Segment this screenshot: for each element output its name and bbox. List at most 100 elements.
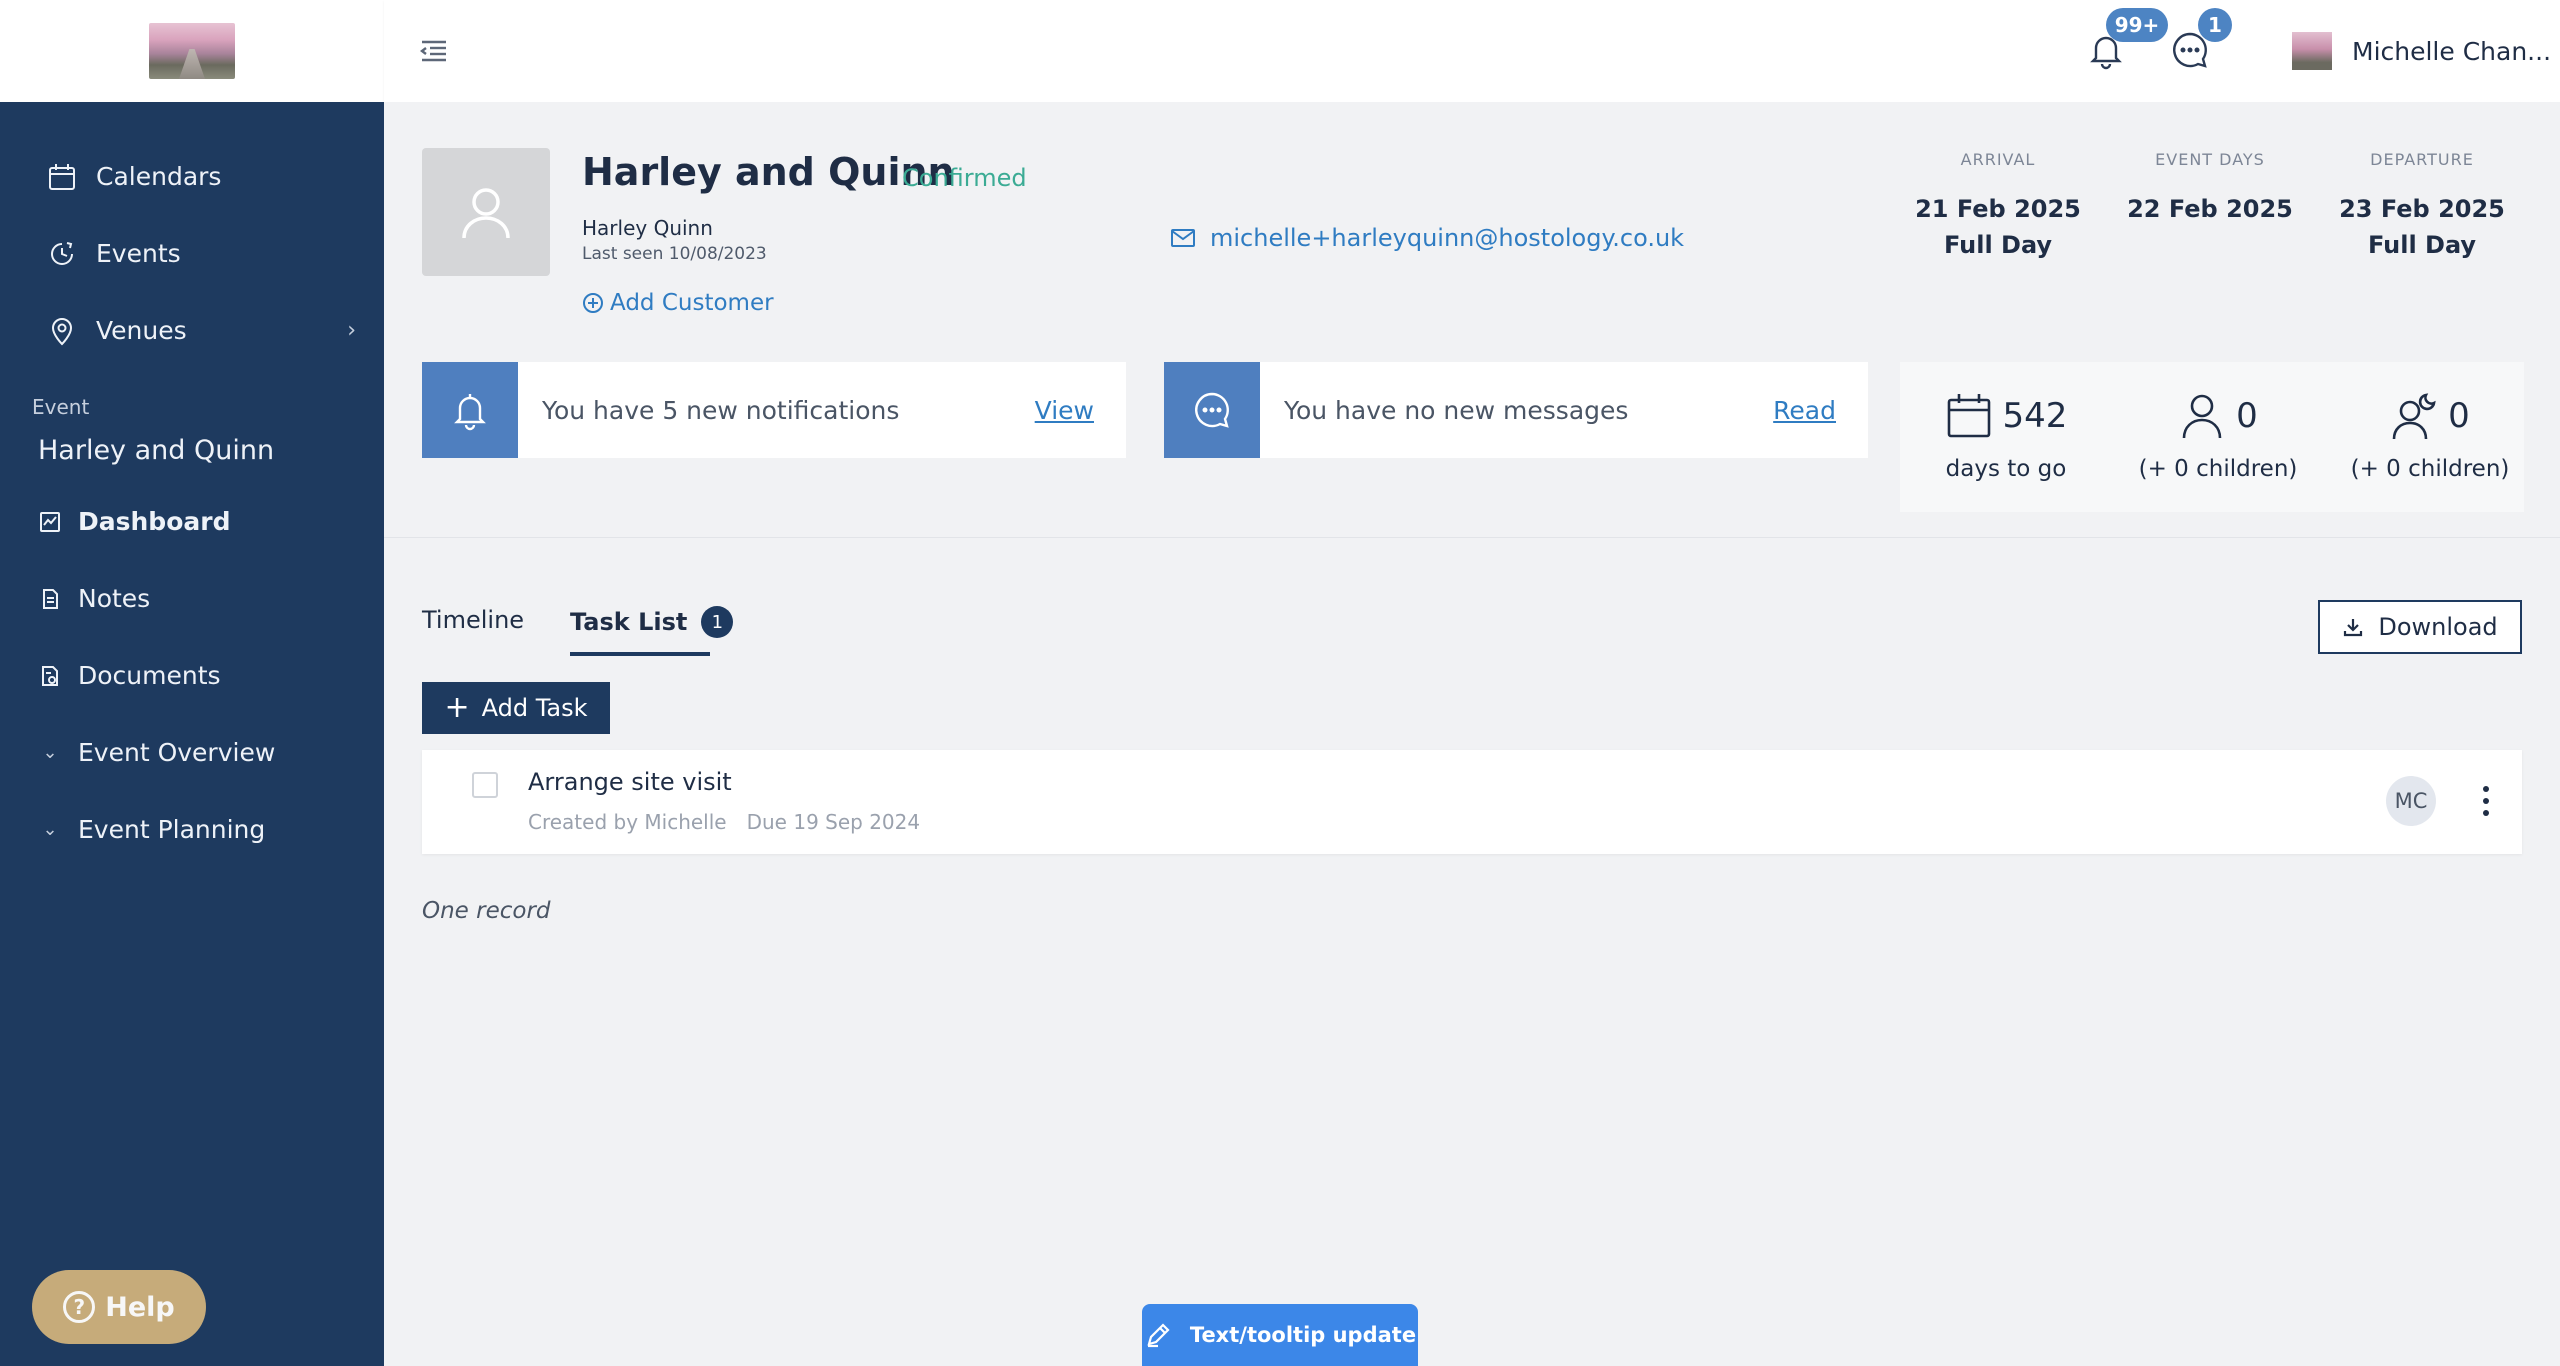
guests-value: 0 — [2236, 396, 2258, 436]
messages-text: You have no new messages — [1284, 395, 1629, 425]
location-pin-icon — [51, 317, 73, 345]
departure-label: DEPARTURE — [2370, 150, 2474, 169]
sidebar-item-label: Documents — [78, 661, 221, 690]
task-count-badge: 1 — [701, 606, 734, 638]
sidebar-item-event-planning[interactable]: ⌄ Event Planning — [0, 791, 384, 868]
arrival-column: ARRIVAL 21 Feb 2025 Full Day — [1908, 150, 2088, 263]
departure-date-note: Full Day — [2367, 231, 2477, 259]
event-days-label: EVENT DAYS — [2155, 150, 2265, 169]
topbar: 99+ 1 Michelle Chan... — [384, 0, 2560, 102]
sidebar-item-label: Events — [96, 239, 181, 268]
calendar-icon — [49, 163, 75, 190]
collapse-menu-icon[interactable] — [416, 34, 450, 68]
more-options-icon[interactable] — [2476, 776, 2496, 826]
add-task-button[interactable]: + Add Task — [422, 682, 610, 734]
event-days-date: 22 Feb 2025 — [2127, 195, 2293, 223]
table-row[interactable]: Arrange site visit Created by Michelle D… — [422, 750, 2522, 854]
messages-badge: 1 — [2198, 8, 2232, 42]
note-icon — [43, 588, 58, 609]
add-customer-link[interactable]: Add Customer — [582, 290, 774, 316]
help-button[interactable]: ? Help — [32, 1270, 206, 1344]
tab-task-list[interactable]: Task List 1 — [570, 606, 734, 638]
days-to-go-caption: days to go — [1945, 456, 2067, 482]
sidebar-item-label: Calendars — [96, 162, 222, 191]
sidebar-event-name[interactable]: Harley and Quinn — [0, 435, 384, 483]
main-content: Harley and Quinn Confirmed Harley Quinn … — [384, 102, 2560, 1366]
sidebar-item-label: Event Planning — [78, 815, 266, 844]
chevron-down-icon: ⌄ — [42, 742, 58, 763]
sidebar: Calendars Events Venues › Event Harley a… — [0, 0, 384, 1366]
overnight-caption: (+ 0 children) — [2350, 456, 2510, 482]
side-nav: Calendars Events Venues › — [0, 102, 384, 369]
chevron-right-icon: › — [347, 318, 356, 343]
email-link[interactable]: michelle+harleyquinn@hostology.co.uk — [1170, 224, 1684, 252]
sidebar-item-label: Notes — [78, 584, 151, 613]
overnight-stat: 0 (+ 0 children) — [2324, 388, 2536, 482]
departure-date: 23 Feb 2025 Full Day — [2332, 191, 2512, 263]
active-tab-indicator — [570, 652, 710, 656]
notifications-card-icon-box — [422, 362, 518, 458]
notifications-button[interactable]: 99+ — [2084, 8, 2168, 76]
pencil-icon — [1147, 1323, 1170, 1348]
chart-icon — [40, 511, 60, 532]
guests-caption: (+ 0 children) — [2138, 456, 2298, 482]
event-header: Harley and Quinn Confirmed Harley Quinn … — [384, 102, 2560, 538]
arrival-date: 21 Feb 2025 Full Day — [1908, 191, 2088, 263]
avatar — [2292, 32, 2332, 70]
user-menu[interactable]: Michelle Chan... — [2292, 32, 2551, 70]
assignee-avatar[interactable]: MC — [2386, 776, 2436, 826]
notifications-card: You have 5 new notifications View — [422, 362, 1126, 458]
sidebar-item-label: Venues — [96, 316, 187, 345]
document-icon — [42, 665, 58, 686]
events-icon — [51, 241, 73, 265]
stats-card: 542 days to go 0 (+ 0 children) 0 (+ 0 c… — [1900, 362, 2524, 512]
last-seen-text: Last seen 10/08/2023 — [582, 244, 767, 264]
arrival-label: ARRIVAL — [1960, 150, 2036, 169]
departure-date-value: 23 Feb 2025 — [2339, 195, 2505, 223]
departure-column: DEPARTURE 23 Feb 2025 Full Day — [2332, 150, 2512, 263]
mail-icon — [1171, 229, 1195, 247]
task-created-by: Created by Michelle — [528, 810, 727, 834]
arrival-date-note: Full Day — [1943, 231, 2053, 259]
sidebar-item-calendars[interactable]: Calendars — [0, 138, 384, 215]
person-moon-icon — [2392, 393, 2436, 440]
days-to-go-stat: 542 days to go — [1900, 388, 2112, 482]
calendar-icon — [1947, 394, 1990, 438]
chat-icon — [1195, 392, 1229, 428]
profile-picture — [422, 148, 550, 276]
task-checkbox[interactable] — [472, 772, 498, 798]
read-messages-link[interactable]: Read — [1773, 396, 1836, 425]
sidebar-item-label: Event Overview — [78, 738, 276, 767]
days-to-go-value: 542 — [2002, 396, 2068, 436]
sidebar-item-event-overview[interactable]: ⌄ Event Overview — [0, 714, 384, 791]
sidebar-item-notes[interactable]: Notes — [0, 560, 384, 637]
user-name: Michelle Chan... — [2352, 36, 2552, 66]
customer-name: Harley Quinn — [582, 216, 713, 240]
sidebar-item-events[interactable]: Events — [0, 215, 384, 292]
logo-area — [0, 0, 384, 102]
tab-task-list-label: Task List — [570, 608, 688, 636]
task-meta: Created by Michelle Due 19 Sep 2024 — [528, 810, 920, 834]
notifications-text: You have 5 new notifications — [542, 395, 900, 425]
messages-card-icon-box — [1164, 362, 1260, 458]
sidebar-item-dashboard[interactable]: Dashboard — [0, 483, 384, 560]
task-title[interactable]: Arrange site visit — [528, 768, 732, 796]
record-count: One record — [422, 898, 551, 924]
view-notifications-link[interactable]: View — [1035, 396, 1094, 425]
sidebar-item-label: Dashboard — [78, 507, 231, 536]
page-title: Harley and Quinn — [582, 150, 955, 194]
bell-icon — [454, 394, 486, 431]
tab-timeline[interactable]: Timeline — [422, 606, 524, 634]
status-badge: Confirmed — [902, 164, 1027, 192]
arrival-date-value: 21 Feb 2025 — [1915, 195, 2081, 223]
text-tooltip-update-button[interactable]: Text/tooltip update — [1142, 1304, 1418, 1366]
event-days-column: EVENT DAYS 22 Feb 2025 — [2120, 150, 2300, 227]
plus-circle-icon — [583, 293, 603, 313]
brand-logo[interactable] — [149, 23, 235, 79]
download-button[interactable]: Download — [2318, 600, 2522, 654]
notifications-badge: 99+ — [2106, 8, 2168, 42]
download-label: Download — [2378, 613, 2498, 641]
sidebar-item-documents[interactable]: Documents — [0, 637, 384, 714]
messages-button[interactable]: 1 — [2168, 8, 2232, 76]
sidebar-item-venues[interactable]: Venues › — [0, 292, 384, 369]
